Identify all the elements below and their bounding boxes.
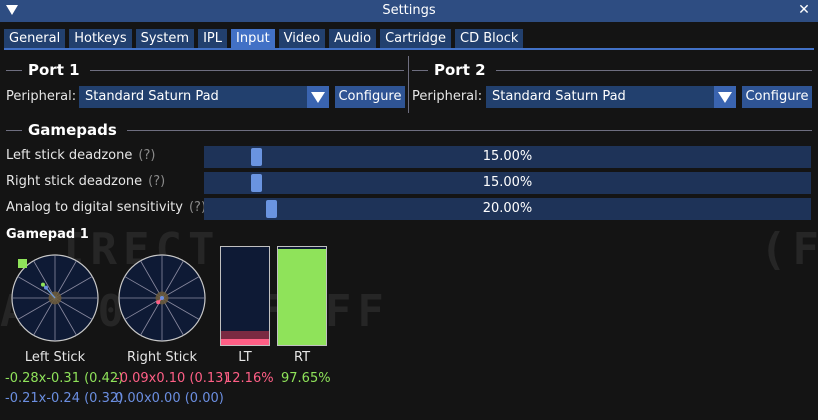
trigger-fill xyxy=(221,339,269,345)
stick-processed-point xyxy=(160,296,164,300)
right-stick-visualizer xyxy=(118,254,206,342)
analog-sensitivity-text: Analog to digital sensitivity xyxy=(6,200,183,215)
port1-peripheral-select[interactable]: Standard Saturn Pad xyxy=(79,86,329,108)
window-titlebar[interactable]: Settings ✕ xyxy=(0,0,818,22)
tab-system[interactable]: System xyxy=(135,29,195,49)
slider-value: 20.00% xyxy=(482,201,533,216)
stick-raw-point xyxy=(156,300,161,305)
port1-heading: Port 1 xyxy=(6,61,404,79)
port2-title: Port 2 xyxy=(434,61,486,79)
stick-processed-point xyxy=(43,285,48,290)
right-deadzone-slider[interactable]: 15.00% xyxy=(204,172,811,194)
port2-peripheral-label: Peripheral: xyxy=(412,89,483,104)
rt-trigger-meter xyxy=(277,246,327,346)
tab-audio[interactable]: Audio xyxy=(329,29,377,49)
port2-configure-button[interactable]: Configure xyxy=(742,86,812,108)
left-stick-processed-value: -0.21x-0.24 (0.32) xyxy=(5,391,124,406)
left-stick-visualizer xyxy=(11,254,99,342)
port1-peripheral-value: Standard Saturn Pad xyxy=(85,89,219,104)
tab-ipl[interactable]: IPL xyxy=(198,29,227,49)
background-text-2: (F xyxy=(760,224,818,275)
chevron-down-icon[interactable] xyxy=(307,86,329,108)
tab-video[interactable]: Video xyxy=(278,29,326,49)
settings-tab-bar: General Hotkeys System IPL Input Video A… xyxy=(4,29,524,49)
port1-title: Port 1 xyxy=(28,61,80,79)
gamepads-heading: Gamepads xyxy=(6,121,812,139)
left-deadzone-slider[interactable]: 15.00% xyxy=(204,146,811,168)
right-stick-processed-value: 0.00x0.00 (0.00) xyxy=(115,391,224,406)
lt-caption: LT xyxy=(238,350,252,365)
right-deadzone-label: Right stick deadzone (?) xyxy=(6,174,165,189)
gamepad1-heading: Gamepad 1 xyxy=(6,227,89,242)
tab-general[interactable]: General xyxy=(4,29,66,49)
help-icon[interactable]: (?) xyxy=(138,148,155,163)
tab-underline xyxy=(4,48,814,50)
lt-trigger-meter xyxy=(220,246,270,346)
trigger-deadzone-band xyxy=(221,330,269,340)
rt-value: 97.65% xyxy=(281,371,331,386)
left-deadzone-label: Left stick deadzone (?) xyxy=(6,148,155,163)
tab-input[interactable]: Input xyxy=(231,29,275,49)
tab-cd-block[interactable]: CD Block xyxy=(455,29,524,49)
right-stick-raw-value: -0.09x0.10 (0.13) xyxy=(115,371,229,386)
port1-configure-button[interactable]: Configure xyxy=(335,86,405,108)
stick-raw-point xyxy=(40,282,45,287)
tab-cartridge[interactable]: Cartridge xyxy=(380,29,452,49)
help-icon[interactable]: (?) xyxy=(148,174,165,189)
close-icon[interactable]: ✕ xyxy=(796,2,812,18)
lt-value: 12.16% xyxy=(224,371,274,386)
slider-value: 15.00% xyxy=(482,175,533,190)
rt-caption: RT xyxy=(293,350,311,365)
port2-peripheral-select[interactable]: Standard Saturn Pad xyxy=(486,86,736,108)
port-divider xyxy=(408,56,409,113)
port1-peripheral-label: Peripheral: xyxy=(6,89,77,104)
left-stick-raw-value: -0.28x-0.31 (0.42) xyxy=(5,371,124,386)
gamepads-title: Gamepads xyxy=(28,121,117,139)
analog-sensitivity-slider[interactable]: 20.00% xyxy=(204,198,811,220)
window-title: Settings xyxy=(382,3,436,18)
slider-value: 15.00% xyxy=(482,149,533,164)
left-deadzone-text: Left stick deadzone xyxy=(6,148,133,163)
chevron-down-icon[interactable] xyxy=(714,86,736,108)
analog-sensitivity-label: Analog to digital sensitivity (?) xyxy=(6,200,206,215)
trigger-fill xyxy=(278,249,326,345)
port2-peripheral-value: Standard Saturn Pad xyxy=(492,89,626,104)
port2-heading: Port 2 xyxy=(412,61,812,79)
right-deadzone-text: Right stick deadzone xyxy=(6,174,143,189)
right-stick-caption: Right Stick xyxy=(126,350,197,365)
left-stick-caption: Left Stick xyxy=(24,350,86,365)
tab-hotkeys[interactable]: Hotkeys xyxy=(69,29,132,49)
stick-direction-marker xyxy=(18,259,27,268)
